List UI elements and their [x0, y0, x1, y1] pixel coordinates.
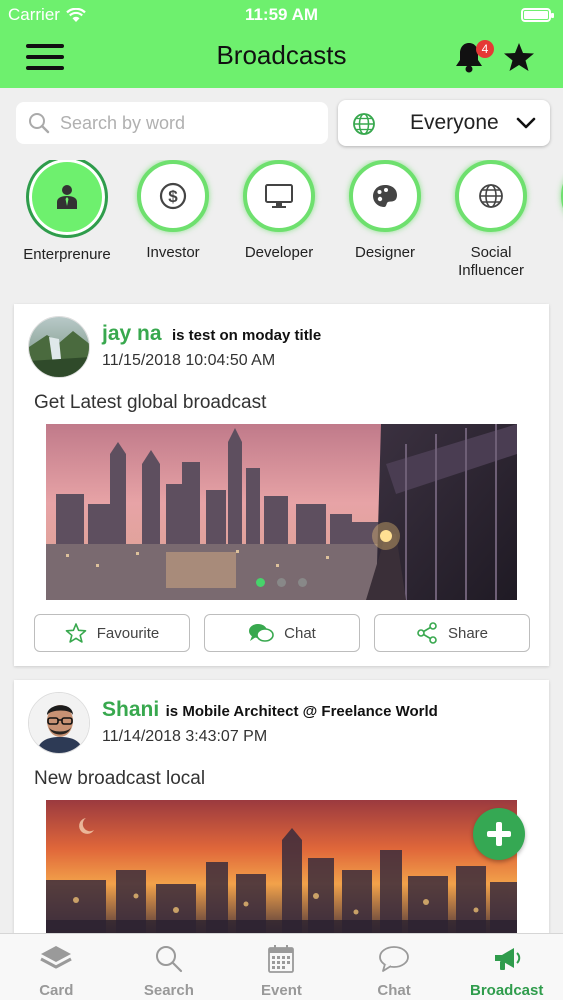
nav-bar: Broadcasts 4: [0, 36, 563, 80]
post-date: 11/14/2018 3:43:07 PM: [102, 728, 268, 745]
tab-card[interactable]: Card: [0, 934, 113, 1000]
tab-broadcast[interactable]: Broadcast: [450, 934, 563, 1000]
globe-icon: [353, 113, 375, 135]
calendar-icon: [268, 945, 295, 973]
author-role: is Mobile Architect @ Freelance World: [165, 703, 438, 720]
carousel-dots: [46, 574, 517, 592]
battery-icon: [521, 8, 554, 22]
share-icon: [417, 622, 437, 644]
star-outline-icon: [65, 623, 87, 643]
tab-label: Event: [261, 982, 302, 999]
category-strip: Enterprenure $ Investor Developer Design…: [0, 160, 563, 290]
carousel-dot[interactable]: [298, 578, 307, 587]
svg-text:$: $: [168, 187, 178, 206]
star-icon: [504, 43, 534, 71]
post-text: New broadcast local: [34, 768, 206, 789]
broadcast-card: Shani is Mobile Architect @ Freelance Wo…: [14, 680, 549, 940]
search-input[interactable]: [60, 112, 300, 134]
category-developer[interactable]: Developer: [226, 160, 332, 262]
post-image[interactable]: [46, 424, 517, 600]
chat-bubble-icon: [379, 946, 409, 972]
category-investor[interactable]: $ Investor: [120, 160, 226, 262]
category-designer[interactable]: Designer: [332, 160, 438, 262]
monitor-icon: [265, 184, 293, 208]
add-broadcast-button[interactable]: [473, 808, 525, 860]
globe-icon: [479, 184, 503, 208]
status-bar: Carrier 11:59 AM: [0, 4, 563, 26]
share-button[interactable]: Share: [374, 614, 530, 652]
post-date: 11/15/2018 10:04:50 AM: [102, 352, 276, 369]
tab-label: Search: [143, 982, 194, 999]
category-enterprenure[interactable]: Enterprenure: [14, 160, 120, 264]
category-label: Social Influencer: [458, 244, 524, 279]
post-image[interactable]: [46, 800, 517, 940]
favourite-button[interactable]: Favourite: [34, 614, 190, 652]
carousel-dot[interactable]: [256, 578, 265, 587]
chat-bubbles-icon: [249, 624, 274, 642]
chat-button[interactable]: Chat: [204, 614, 360, 652]
search-box: [16, 102, 328, 144]
header-bar: Carrier 11:59 AM Broadcasts 4: [0, 0, 563, 88]
tab-bar: Card Search Event Chat Broadcast: [0, 933, 563, 1000]
category-next-partial[interactable]: [544, 160, 563, 232]
author-line: jay na is test on moday title: [102, 322, 321, 346]
favourite-label: Favourite: [96, 624, 160, 642]
tab-chat[interactable]: Chat: [338, 934, 451, 1000]
author-name[interactable]: jay na: [102, 322, 162, 345]
dollar-icon: $: [159, 182, 187, 210]
share-label: Share: [447, 624, 489, 642]
palette-icon: [373, 185, 397, 207]
carousel-dot[interactable]: [277, 578, 286, 587]
audience-dropdown[interactable]: Everyone: [338, 100, 550, 146]
post-text: Get Latest global broadcast: [34, 392, 267, 413]
author-line: Shani is Mobile Architect @ Freelance Wo…: [102, 698, 438, 722]
search-icon: [155, 946, 182, 973]
author-role: is test on moday title: [172, 327, 322, 344]
search-icon: [29, 113, 50, 134]
category-label: Developer: [244, 244, 314, 261]
audience-selected: Everyone: [410, 111, 499, 134]
chevron-down-icon: [516, 117, 536, 129]
tab-label: Card: [39, 982, 74, 999]
menu-button[interactable]: [26, 42, 64, 72]
broadcast-card: jay na is test on moday title 11/15/2018…: [14, 304, 549, 666]
tab-search[interactable]: Search: [113, 934, 226, 1000]
megaphone-icon: [494, 948, 520, 970]
post-actions: Favourite Chat Share: [34, 614, 530, 652]
avatar[interactable]: [28, 316, 90, 378]
tab-label: Broadcast: [469, 982, 544, 999]
author-name[interactable]: Shani: [102, 698, 159, 721]
avatar[interactable]: [28, 692, 90, 754]
tab-label: Chat: [377, 982, 411, 999]
notification-badge: 4: [476, 40, 494, 58]
tab-event[interactable]: Event: [225, 934, 338, 1000]
person-tie-icon: [57, 185, 77, 209]
category-social-influencer[interactable]: Social Influencer: [438, 160, 544, 280]
chat-label: Chat: [284, 624, 316, 642]
layers-icon: [40, 946, 73, 969]
category-label: Enterprenure: [23, 246, 111, 263]
category-label: Investor: [146, 244, 200, 261]
category-label: Designer: [354, 244, 416, 261]
status-time: 11:59 AM: [244, 5, 319, 24]
favourites-button[interactable]: [502, 40, 538, 76]
